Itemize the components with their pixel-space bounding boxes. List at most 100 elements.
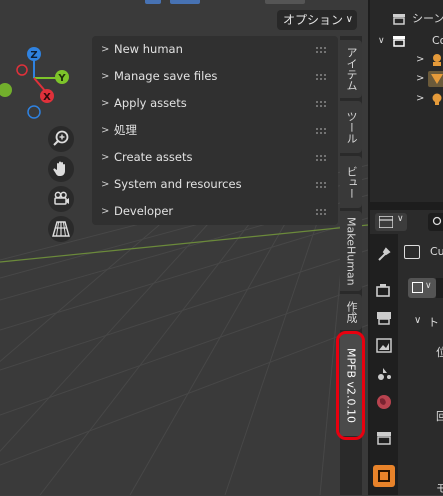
chevron-right-icon: >: [101, 152, 110, 163]
tab-view[interactable]: ビュー: [340, 156, 362, 208]
chevron-down-icon[interactable]: ∨: [414, 315, 421, 326]
mpfb-panel: > New human > Manage save files > Apply …: [92, 36, 338, 225]
panel-label: Developer: [114, 204, 174, 218]
chevron-right-icon: >: [101, 71, 110, 82]
output-icon[interactable]: [375, 309, 393, 327]
object-data-icon: [404, 245, 420, 259]
object-icon: [412, 282, 423, 293]
chevron-down-icon: ∨: [425, 281, 432, 291]
properties-editor-icon: [379, 216, 393, 228]
3d-viewport[interactable]: オプション ∨ Z Y X > New human > Manage save …: [0, 0, 368, 495]
hand-pan-icon: [53, 161, 65, 176]
drag-handle-icon[interactable]: [316, 182, 328, 188]
area-separator[interactable]: [368, 202, 443, 210]
highlight-annotation: [336, 331, 365, 440]
properties-editor: ∨ Cu ∨ ∨ ト 位 回 モ: [368, 210, 443, 495]
transform-section-label: ト: [428, 316, 439, 329]
chevron-right-icon: >: [101, 179, 110, 190]
chevron-right-icon[interactable]: >: [416, 88, 424, 110]
tab-tool[interactable]: ツール: [340, 101, 362, 153]
drag-handle-icon[interactable]: [316, 74, 328, 80]
tab-label: ツール: [345, 110, 358, 144]
collection-props-icon[interactable]: [375, 429, 393, 447]
location-label: 位: [436, 346, 443, 359]
zoom-button[interactable]: [48, 126, 74, 152]
panel-new-human[interactable]: > New human: [92, 36, 338, 63]
editor-type-dropdown[interactable]: ∨: [375, 213, 407, 231]
tab-item[interactable]: アイテム: [340, 40, 362, 98]
scene-icon[interactable]: [375, 365, 393, 383]
properties-tabs: [370, 234, 398, 495]
object-name-label: Cu: [430, 245, 443, 258]
panel-processing[interactable]: > 処理: [92, 117, 338, 144]
drag-handle-icon[interactable]: [316, 209, 328, 215]
perspective-grid-icon: [52, 221, 70, 237]
scene-collection-icon: [393, 14, 405, 25]
outliner-scene-row[interactable]: シーン: [370, 8, 443, 30]
panel-label: Manage save files: [114, 69, 218, 83]
chevron-right-icon: >: [101, 206, 110, 217]
neg-x-handle: [16, 64, 28, 76]
z-axis-label: Z: [30, 50, 37, 61]
mode-label: モ: [436, 482, 443, 495]
outliner-object-row[interactable]: >: [370, 88, 443, 110]
object-selector[interactable]: ∨: [408, 278, 436, 298]
mesh-icon: [431, 74, 443, 84]
panel-label: 処理: [114, 123, 137, 137]
perspective-toggle-button[interactable]: [48, 216, 74, 242]
panel-apply-assets[interactable]: > Apply assets: [92, 90, 338, 117]
armature-icon: [433, 54, 441, 66]
chevron-right-icon: >: [101, 125, 110, 136]
panel-system-and-resources[interactable]: > System and resources: [92, 171, 338, 198]
scene-label: シーン: [412, 12, 443, 25]
panel-label: Apply assets: [114, 96, 187, 110]
tab-label: ビュー: [345, 165, 358, 199]
object-icon: [378, 470, 390, 482]
properties-header: ∨: [370, 210, 443, 234]
neg-z-handle: [27, 105, 41, 119]
world-icon[interactable]: [375, 393, 393, 411]
chevron-right-icon: >: [101, 44, 110, 55]
pan-button[interactable]: [48, 156, 74, 182]
panel-manage-save-files[interactable]: > Manage save files: [92, 63, 338, 90]
panel-label: Create assets: [114, 150, 193, 164]
tab-create[interactable]: 作成: [340, 294, 362, 330]
drag-handle-icon[interactable]: [316, 101, 328, 107]
tab-label: 作成: [345, 301, 358, 323]
tab-label: アイテム: [345, 47, 358, 91]
chevron-down-icon: ∨: [345, 14, 353, 25]
panel-label: New human: [114, 42, 183, 56]
view-layer-icon[interactable]: [375, 337, 393, 355]
search-icon: [432, 216, 442, 226]
outliner-object-row[interactable]: >: [370, 68, 443, 90]
x-axis-label: X: [43, 92, 51, 103]
panel-label: System and resources: [114, 177, 242, 191]
render-icon[interactable]: [375, 281, 393, 299]
camera-icon: [54, 191, 69, 205]
options-dropdown[interactable]: オプション ∨: [277, 10, 357, 30]
chevron-right-icon[interactable]: >: [416, 68, 424, 90]
options-label: オプション: [283, 13, 344, 27]
neg-y-handle: [0, 83, 12, 97]
tab-makehuman[interactable]: MakeHuman: [340, 211, 362, 291]
drag-handle-icon[interactable]: [316, 155, 328, 161]
y-axis-label: Y: [57, 73, 66, 84]
chevron-down-icon: ∨: [397, 214, 404, 224]
search-input[interactable]: [428, 213, 443, 231]
tool-icon[interactable]: [375, 246, 393, 264]
axis-gizmo[interactable]: Z Y X: [0, 40, 80, 120]
collection-icon: [393, 36, 405, 47]
tab-label: MakeHuman: [344, 216, 358, 286]
object-props-tab[interactable]: [373, 465, 395, 487]
header-toggle-strip[interactable]: [145, 0, 305, 4]
object-name-field[interactable]: [436, 278, 443, 298]
zoom-icon: [53, 130, 69, 146]
outliner: シーン ∨ Co > > >: [368, 0, 443, 202]
drag-handle-icon[interactable]: [316, 128, 328, 134]
camera-view-button[interactable]: [48, 186, 74, 212]
rotation-label: 回: [436, 410, 443, 423]
chevron-right-icon: >: [101, 98, 110, 109]
panel-developer[interactable]: > Developer: [92, 198, 338, 225]
drag-handle-icon[interactable]: [316, 47, 328, 53]
panel-create-assets[interactable]: > Create assets: [92, 144, 338, 171]
